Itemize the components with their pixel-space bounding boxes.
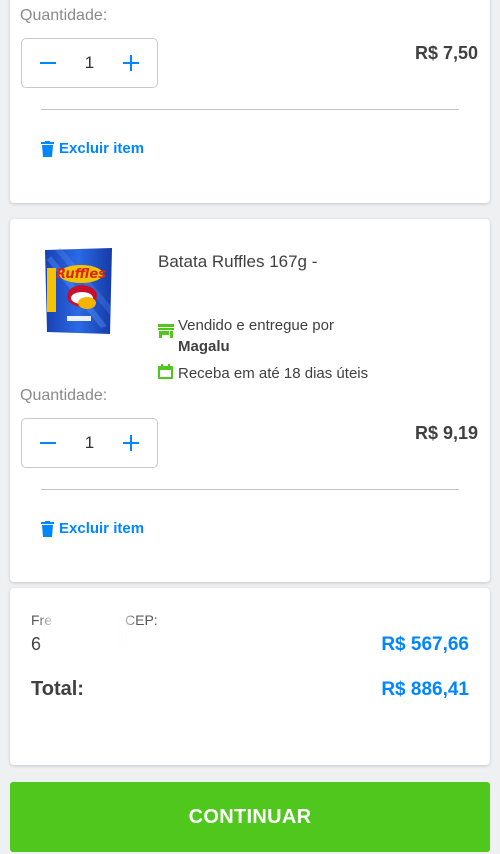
seller-name: Magalu — [178, 338, 230, 355]
item-price: R$ 7,50 — [414, 43, 478, 63]
seller-info: Vendido e entregue por Magalu — [178, 315, 334, 357]
delivery-estimate: Receba em até 18 dias úteis — [178, 365, 369, 382]
product-image[interactable]: Ruffles — [41, 246, 116, 336]
quantity-stepper[interactable]: 1 — [21, 418, 158, 468]
cart-item-card: Ruffles Batata Ruffles 167g - Vendido e … — [10, 219, 490, 582]
decrease-button[interactable] — [28, 39, 68, 87]
sold-by-label: Vendido e entregue por — [178, 317, 334, 334]
trash-icon — [41, 520, 54, 537]
product-name[interactable]: Batata Ruffles 167g - — [158, 252, 317, 272]
decrease-button[interactable] — [28, 419, 68, 467]
cart-item-card: Quantidade: 1 R$ 7,50 Excluir item — [10, 0, 490, 203]
quantity-stepper[interactable]: 1 — [21, 38, 158, 88]
increase-button[interactable] — [111, 419, 151, 467]
continue-button[interactable]: CONTINUAR — [10, 782, 490, 852]
order-summary: Fre CEP: 6 R$ 567,66 Total: R$ 886,41 — [10, 588, 490, 765]
plus-icon — [123, 435, 139, 451]
calendar-icon — [158, 364, 173, 379]
remove-item-label: Excluir item — [59, 140, 145, 157]
trash-icon — [41, 140, 54, 157]
minus-icon — [40, 442, 56, 444]
divider — [41, 109, 459, 110]
store-icon — [158, 324, 174, 338]
quantity-label: Quantidade: — [20, 7, 108, 24]
quantity-label: Quantidade: — [20, 387, 108, 404]
total-label: Total: — [31, 678, 84, 700]
remove-item-label: Excluir item — [59, 520, 145, 537]
redacted-overlay — [40, 613, 135, 651]
freight-value: R$ 567,66 — [381, 634, 469, 655]
svg-text:Ruffles: Ruffles — [56, 267, 106, 282]
remove-item-button[interactable]: Excluir item — [41, 520, 144, 537]
item-price: R$ 9,19 — [414, 423, 478, 443]
plus-icon — [123, 55, 139, 71]
divider — [41, 489, 459, 490]
total-value: R$ 886,41 — [381, 678, 469, 700]
minus-icon — [40, 62, 56, 64]
increase-button[interactable] — [111, 39, 151, 87]
remove-item-button[interactable]: Excluir item — [41, 140, 144, 157]
